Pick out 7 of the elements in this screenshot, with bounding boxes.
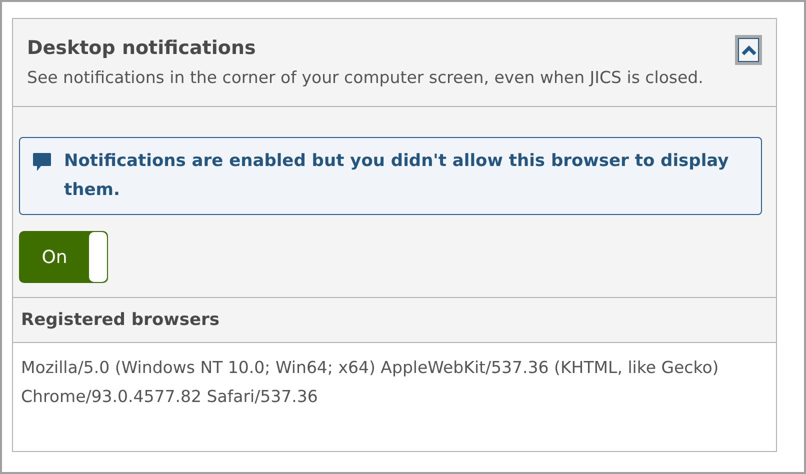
notifications-toggle[interactable]: On — [19, 231, 108, 283]
alert-message: Notifications are enabled but you didn't allow this browser to display them. — [64, 150, 730, 202]
panel-description: See notifications in the corner of your computer screen, even when JICS is closed. — [27, 67, 704, 89]
panel-title: Desktop notifications — [27, 37, 257, 59]
chevron-icon — [740, 44, 756, 56]
browser-entry: Mozilla/5.0 (Windows NT 10.0; Win64; x64) AppleWebKit/537.36 (KHTML, like Gecko) Chrome/93.0.4577.82 Safari/537.36 — [21, 357, 720, 408]
collapse-button[interactable] — [735, 35, 762, 65]
